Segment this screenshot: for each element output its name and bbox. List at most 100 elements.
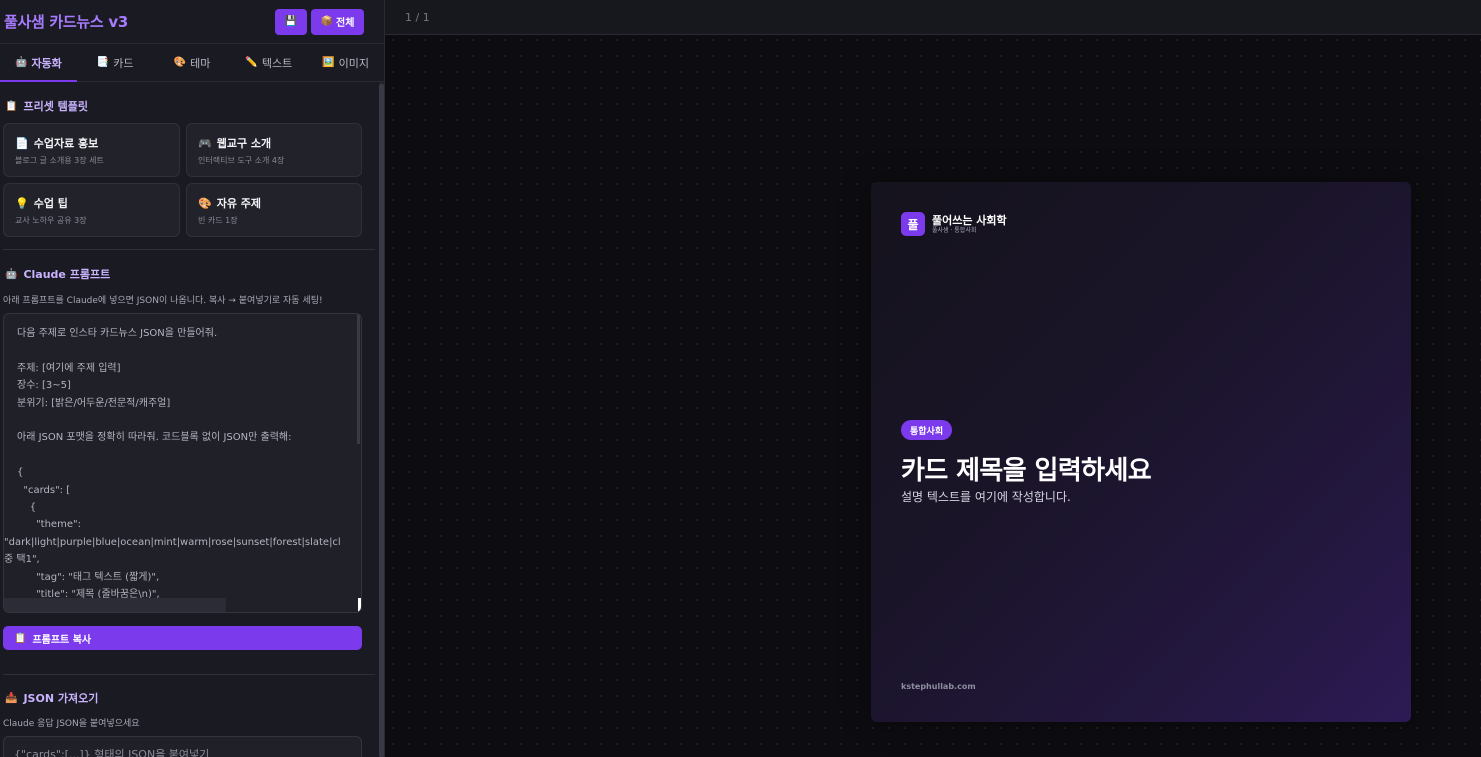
sidebar-header: 풀사샘 카드뉴스 v3 💾 📦 전체 (0, 0, 384, 44)
brand-subtitle: 풀사샘 · 통합사회 (932, 226, 977, 234)
prompt-vertical-scrollbar[interactable] (357, 314, 360, 444)
preset-free-topic[interactable]: 🎨 자유 주제 빈 카드 1장 (186, 183, 362, 237)
prompt-line: "dark|light|purple|blue|ocean|mint|warm|… (4, 536, 341, 548)
robot-icon: 🤖 (5, 268, 18, 280)
tab-label: 테마 (190, 56, 211, 70)
claude-hint: 아래 프롬프트를 Claude에 넣으면 JSON이 나옵니다. 복사 → 붙여… (3, 296, 323, 306)
tab-label: 카드 (113, 56, 134, 70)
package-icon: 📦 (320, 16, 334, 27)
json-hint: Claude 응답 JSON을 붙여넣으세요 (3, 719, 140, 729)
preset-desc: 인터랙티브 도구 소개 4장 (198, 156, 285, 165)
tab-image[interactable]: 🖼️ 이미지 (307, 44, 384, 81)
card-description: 설명 텍스트를 여기에 작성합니다. (901, 490, 1071, 504)
preset-web-tool[interactable]: 🎮 웹교구 소개 인터랙티브 도구 소개 4장 (186, 123, 362, 177)
prompt-line (17, 412, 361, 429)
prompt-line: { (17, 467, 24, 479)
header-actions: 💾 📦 전체 (275, 8, 364, 35)
prompt-line: 장수: [3~5] (17, 380, 71, 392)
download-all-label: 전체 (336, 18, 355, 29)
tab-bar: 🤖 자동화 📑 카드 🎨 테마 ✏️ 텍스트 🖼️ 이미지 (0, 44, 384, 82)
preset-class-tip[interactable]: 💡 수업 팁 교사 노하우 공유 3장 (3, 183, 180, 237)
json-input[interactable] (3, 736, 362, 757)
palette-icon: 🎨 (173, 57, 187, 68)
clipboard-icon: 📋 (14, 632, 27, 644)
card-title: 카드 제목을 입력하세요 (901, 456, 1152, 486)
prompt-line: "cards": [ (17, 484, 71, 496)
pencil-icon: ✏️ (245, 57, 258, 68)
sidebar-scrollbar[interactable] (379, 82, 384, 757)
tab-card[interactable]: 📑 카드 (77, 44, 154, 81)
image-icon: 🖼️ (322, 57, 335, 68)
prompt-line (17, 342, 361, 359)
prompt-line: 중 택1", (4, 554, 40, 566)
prompt-line: 아래 JSON 포맷을 정확히 따라줘. 코드블록 없이 JSON만 출력해: (17, 432, 292, 444)
clipboard-icon: 📋 (5, 100, 18, 112)
tab-label: 자동화 (31, 56, 62, 70)
section-title-text: JSON 가져오기 (23, 692, 99, 705)
preset-name: 🎮 웹교구 소개 (198, 135, 351, 151)
tab-label: 이미지 (338, 56, 369, 70)
prompt-line: 다음 주제로 인스타 카드뉴스 JSON을 만들어줘. (17, 328, 218, 339)
section-title-text: Claude 프롬프트 (23, 268, 111, 281)
download-all-button[interactable]: 📦 전체 (311, 8, 364, 35)
preset-class-material[interactable]: 📄 수업자료 홍보 블로그 글 소개용 3장 세트 (3, 123, 180, 177)
prompt-line (17, 447, 361, 464)
brand-name: 풀어쓰는 사회학 (932, 213, 1007, 227)
prompt-text: 다음 주제로 인스타 카드뉴스 JSON을 만들어줘. 주제: [여기에 주제 … (4, 314, 361, 604)
sidebar: 풀사샘 카드뉴스 v3 💾 📦 전체 🤖 자동화 📑 카드 🎨 테마 ✏️ 텍스… (0, 0, 385, 757)
document-icon: 📄 (15, 136, 29, 150)
preset-grid: 📄 수업자료 홍보 블로그 글 소개용 3장 세트 🎮 웹교구 소개 인터랙티브… (0, 123, 378, 237)
prompt-textarea[interactable]: 다음 주제로 인스타 카드뉴스 JSON을 만들어줘. 주제: [여기에 주제 … (3, 313, 362, 613)
tab-text[interactable]: ✏️ 텍스트 (230, 44, 307, 81)
preset-name-text: 수업 팁 (33, 197, 68, 210)
card-tag: 통합사회 (901, 420, 953, 440)
prompt-line: "tag": "태그 텍스트 (짧게)", (17, 571, 160, 583)
json-section-title: 📥 JSON 가져오기 (0, 690, 378, 706)
sidebar-content: 📋 프리셋 템플릿 📄 수업자료 홍보 블로그 글 소개용 3장 세트 🎮 웹교… (0, 82, 378, 757)
claude-section-title: 🤖 Claude 프롬프트 (0, 266, 378, 282)
card-footer: kstephullab.com (901, 682, 976, 691)
save-icon: 💾 (284, 16, 298, 27)
app-title: 풀사샘 카드뉴스 v3 (4, 13, 128, 31)
document-icon: 📑 (96, 57, 110, 68)
preset-desc: 블로그 글 소개용 3장 세트 (15, 156, 104, 165)
tab-theme[interactable]: 🎨 테마 (154, 44, 231, 81)
preset-name-text: 자유 주제 (216, 197, 262, 210)
preset-name: 💡 수업 팁 (15, 195, 169, 211)
canvas-area: 1 / 1 풀 풀어쓰는 사회학 풀사샘 · 통합사회 통합사회 카드 제목을 … (385, 0, 1481, 757)
preset-name: 📄 수업자료 홍보 (15, 135, 169, 151)
preset-section-title: 📋 프리셋 템플릿 (0, 98, 378, 114)
tab-label: 텍스트 (261, 56, 293, 70)
tab-automation[interactable]: 🤖 자동화 (0, 44, 77, 82)
preset-desc: 빈 카드 1장 (198, 216, 238, 225)
lightbulb-icon: 💡 (15, 196, 29, 210)
palette-icon: 🎨 (198, 196, 212, 210)
robot-icon: 🤖 (14, 57, 28, 68)
sidebar-scrollbar-thumb[interactable] (379, 84, 384, 757)
preset-desc: 교사 노하우 공유 3장 (15, 216, 87, 225)
divider (3, 249, 375, 250)
preset-name-text: 웹교구 소개 (216, 137, 272, 150)
copy-prompt-button[interactable]: 📋 프롬프트 복사 (3, 626, 362, 650)
card-preview[interactable]: 풀 풀어쓰는 사회학 풀사샘 · 통합사회 통합사회 카드 제목을 입력하세요 … (871, 182, 1411, 722)
resize-handle[interactable] (358, 598, 361, 612)
prompt-line: { (17, 502, 37, 514)
app-root: 풀사샘 카드뉴스 v3 💾 📦 전체 🤖 자동화 📑 카드 🎨 테마 ✏️ 텍스… (0, 0, 1481, 757)
section-title-text: 프리셋 템플릿 (23, 100, 89, 113)
copy-prompt-label: 프롬프트 복사 (32, 634, 92, 646)
prompt-horizontal-scrollbar[interactable] (4, 598, 226, 612)
save-button[interactable]: 💾 (275, 8, 307, 35)
page-counter: 1 / 1 (405, 10, 430, 24)
brand-logo: 풀 (901, 212, 925, 236)
preset-name-text: 수업자료 홍보 (33, 137, 99, 150)
prompt-line: 주제: [여기에 주제 입력] (17, 362, 121, 374)
gamepad-icon: 🎮 (198, 136, 212, 150)
divider (3, 674, 375, 675)
prompt-line: "theme": (17, 519, 81, 531)
preset-name: 🎨 자유 주제 (198, 195, 351, 211)
brand-text: 풀어쓰는 사회학 풀사샘 · 통합사회 (932, 214, 1007, 235)
card-brand: 풀 풀어쓰는 사회학 풀사샘 · 통합사회 (901, 212, 1007, 236)
prompt-line: 분위기: [밝은/어두운/전문적/캐주얼] (17, 397, 171, 409)
inbox-icon: 📥 (5, 692, 18, 704)
canvas-topbar: 1 / 1 (385, 0, 1481, 35)
